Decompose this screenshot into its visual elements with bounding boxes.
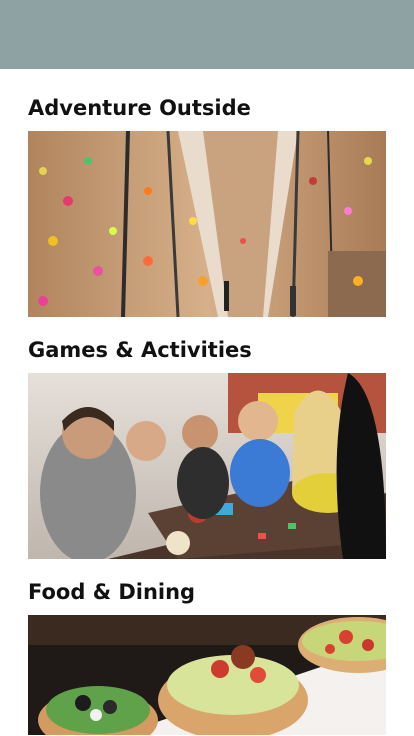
section-title[interactable]: Adventure Outside: [28, 95, 386, 121]
section-title[interactable]: Games & Activities: [28, 337, 386, 363]
section-adventure-outside[interactable]: Adventure Outside: [28, 69, 386, 317]
board-game-group-photo[interactable]: [28, 373, 386, 559]
top-header-bar: [0, 0, 414, 69]
section-games-activities[interactable]: Games & Activities: [28, 317, 386, 559]
section-title[interactable]: Food & Dining: [28, 579, 386, 605]
tacos-plate-photo[interactable]: [28, 615, 386, 735]
climbing-wall-photo[interactable]: [28, 131, 386, 317]
section-food-dining[interactable]: Food & Dining: [28, 559, 386, 735]
category-list: Adventure Outside Games & Activities Foo…: [0, 69, 414, 735]
